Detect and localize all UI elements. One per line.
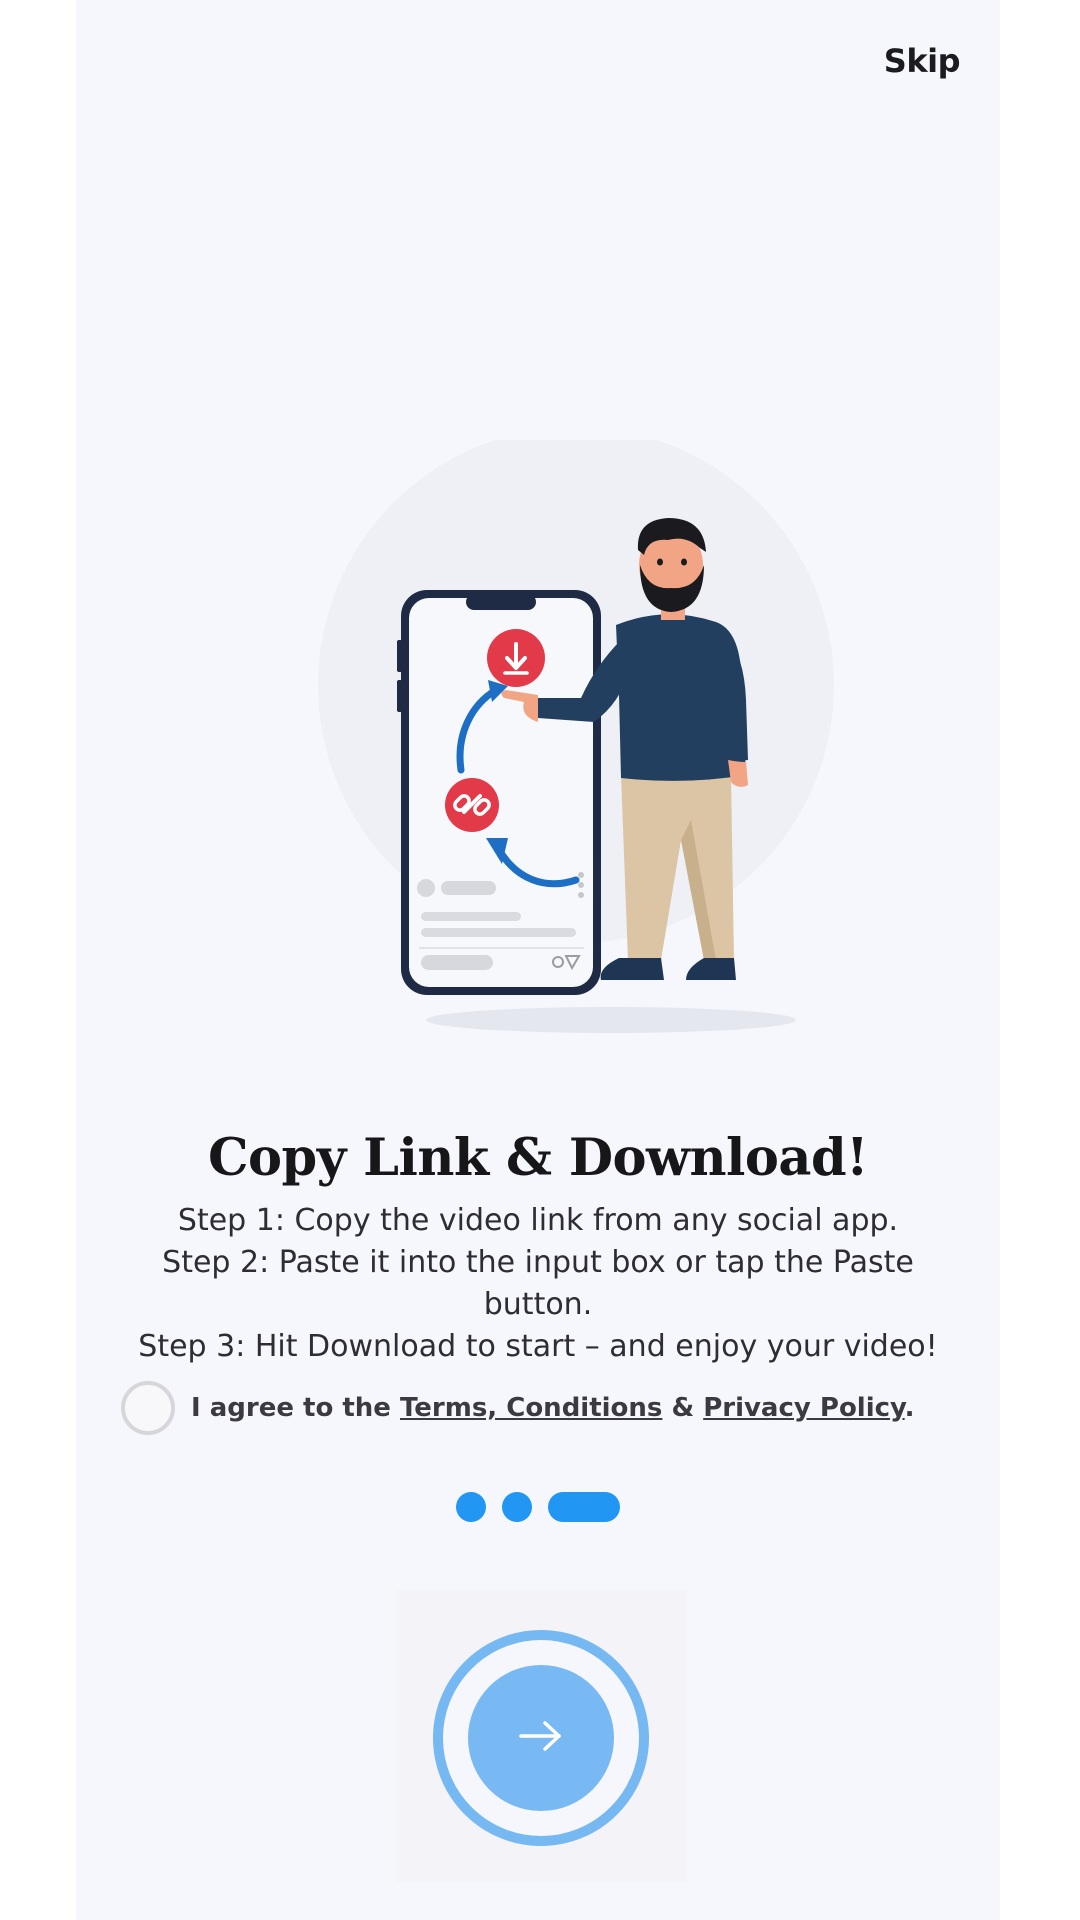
link-icon [445, 778, 499, 832]
onboarding-screen: Skip Copy Link & Download! Step 1: Copy … [76, 0, 1000, 1920]
step-1-text: Step 1: Copy the video link from any soc… [177, 1203, 899, 1238]
terms-link[interactable]: Terms, Conditions [400, 1393, 662, 1423]
next-button-container [396, 1590, 686, 1882]
agree-suffix: . [904, 1393, 915, 1423]
onboarding-illustration [276, 427, 876, 1040]
onboarding-title: Copy Link & Download! [207, 1128, 869, 1188]
skip-button[interactable]: Skip [884, 42, 961, 80]
agree-prefix: I agree to the [191, 1393, 400, 1423]
page-dot-1 [456, 1492, 486, 1522]
terms-agreement: I agree to the Terms, Conditions & Priva… [121, 1378, 915, 1438]
page-dot-2 [502, 1492, 532, 1522]
agree-radio[interactable] [121, 1381, 175, 1435]
agree-label: I agree to the Terms, Conditions & Priva… [191, 1393, 915, 1423]
step-2-text: Step 2: Paste it into the input box or t… [162, 1245, 914, 1322]
step-3-text: Step 3: Hit Download to start – and enjo… [138, 1329, 938, 1364]
download-icon [487, 629, 545, 687]
arrow-right-icon [517, 1718, 565, 1758]
page-dot-3-active [548, 1492, 620, 1522]
next-button[interactable] [468, 1665, 614, 1811]
page-indicator [76, 1492, 1000, 1522]
steps-description: Step 1: Copy the video link from any soc… [106, 1200, 970, 1368]
agree-separator: & [662, 1393, 704, 1423]
ground-shadow [426, 1007, 796, 1033]
privacy-policy-link[interactable]: Privacy Policy [703, 1393, 904, 1423]
